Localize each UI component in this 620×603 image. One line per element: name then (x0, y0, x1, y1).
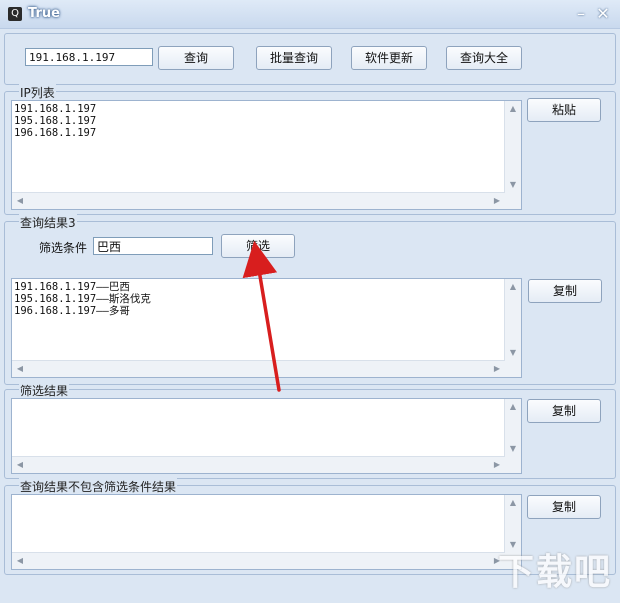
watermark: 下载吧 (497, 552, 612, 593)
annotation-arrow-icon (242, 240, 281, 392)
